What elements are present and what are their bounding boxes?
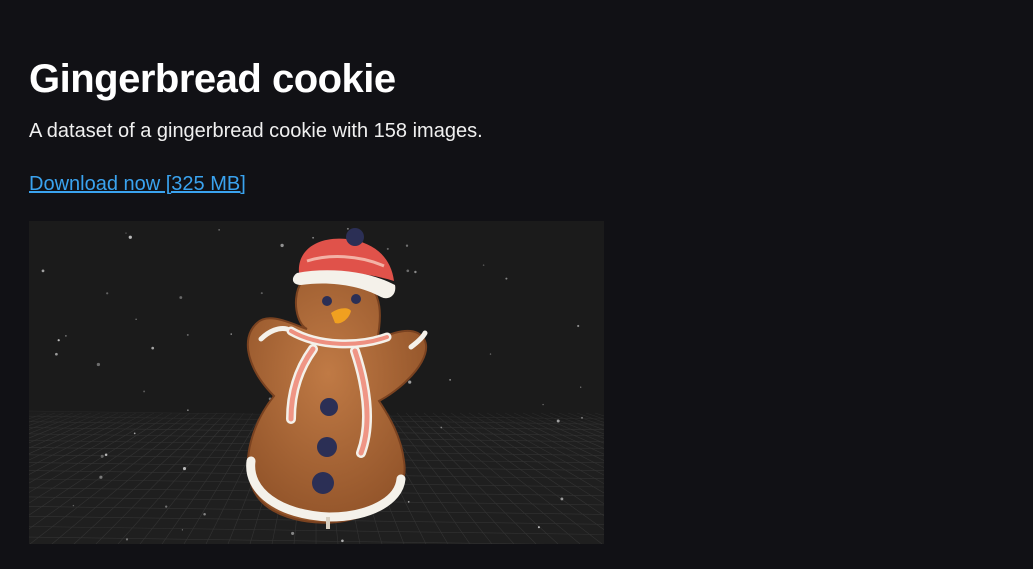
dataset-page: Gingerbread cookie A dataset of a ginger… <box>0 0 1033 569</box>
dataset-description: A dataset of a gingerbread cookie with 1… <box>29 120 483 142</box>
preview-canvas <box>29 221 604 544</box>
page-title: Gingerbread cookie <box>29 57 396 101</box>
3d-preview-viewer[interactable] <box>29 221 604 544</box>
download-link[interactable]: Download now [325 MB] <box>29 171 246 197</box>
